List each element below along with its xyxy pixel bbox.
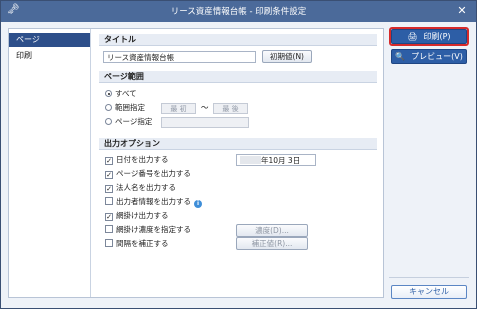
preview-button[interactable]: 🔍 プレビュー(V)	[391, 49, 467, 64]
corp-checkbox[interactable]: ✓	[105, 185, 113, 193]
sidebar-item-print[interactable]: 印刷	[9, 49, 90, 63]
page-specify-radio[interactable]	[105, 118, 112, 125]
divider	[389, 277, 469, 278]
range-specify-label: 範囲指定	[115, 103, 145, 112]
range-all-label: すべて	[115, 89, 137, 98]
print-button[interactable]: 🖨 印刷(P)	[391, 29, 467, 44]
date-label: 日付を出力する	[116, 155, 169, 164]
density-button[interactable]: 濃度(D)...	[236, 224, 308, 237]
outputter-option[interactable]: 出力者情報を出力する i	[105, 196, 202, 208]
spacing-label: 間隔を補正する	[116, 239, 169, 248]
range-to-field[interactable]: 最 後	[213, 103, 248, 114]
info-icon[interactable]: i	[194, 200, 202, 208]
shade-checkbox[interactable]: ✓	[105, 213, 113, 221]
close-icon[interactable]: ✕	[455, 4, 469, 18]
range-specify-radio[interactable]	[105, 104, 112, 111]
window-title: リース資産情報台帳 - 印刷条件設定	[170, 7, 307, 17]
shade-density-checkbox[interactable]	[105, 225, 113, 233]
pagenum-label: ページ番号を出力する	[116, 169, 191, 178]
shade-density-label: 網掛け濃度を指定する	[116, 225, 191, 234]
adjust-button[interactable]: 補正値(R)...	[236, 237, 308, 250]
page-specify-option[interactable]: ページ指定	[105, 116, 152, 128]
range-specify-option[interactable]: 範囲指定	[105, 102, 145, 114]
date-value: 年10月 3日	[261, 156, 301, 165]
sidebar-item-page[interactable]: ページ	[9, 33, 90, 47]
date-checkbox[interactable]: ✓	[105, 157, 113, 165]
spacing-checkbox[interactable]	[105, 239, 113, 247]
magnifier-icon: 🔍	[395, 52, 406, 61]
sidebar: ページ 印刷	[9, 29, 91, 297]
corp-option[interactable]: ✓ 法人名を出力する	[105, 182, 176, 194]
range-all-radio[interactable]	[105, 90, 112, 97]
options-section-header: 出力オプション	[99, 138, 377, 150]
outputter-checkbox[interactable]	[105, 197, 113, 205]
title-input[interactable]: リース資産情報台帳	[103, 51, 256, 63]
settings-content: タイトル リース資産情報台帳 初期値(N) ページ範囲 すべて 範囲指定 最 初…	[99, 29, 379, 297]
reset-title-button[interactable]: 初期値(N)	[262, 50, 312, 63]
date-option[interactable]: ✓ 日付を出力する	[105, 154, 169, 166]
settings-panel: ページ 印刷 タイトル リース資産情報台帳 初期値(N) ページ範囲 すべて 範…	[8, 28, 384, 298]
title-section-header: タイトル	[99, 34, 377, 46]
title-bar: 🗝 リース資産情報台帳 - 印刷条件設定 ✕	[1, 1, 476, 22]
range-all-option[interactable]: すべて	[105, 88, 137, 100]
shade-option[interactable]: ✓ 網掛け出力する	[105, 210, 169, 222]
preview-label: プレビュー(V)	[411, 52, 463, 61]
page-specify-field[interactable]	[161, 117, 249, 128]
date-field[interactable]: 年10月 3日	[236, 154, 316, 166]
cancel-button[interactable]: キャンセル	[391, 285, 467, 299]
pagenum-checkbox[interactable]: ✓	[105, 171, 113, 179]
shade-label: 網掛け出力する	[116, 211, 169, 220]
range-separator: ～	[201, 103, 209, 112]
date-era-field[interactable]	[240, 156, 261, 164]
print-settings-dialog: 🗝 リース資産情報台帳 - 印刷条件設定 ✕ ページ 印刷 タイトル リース資産…	[0, 0, 477, 309]
pagenum-option[interactable]: ✓ ページ番号を出力する	[105, 168, 191, 180]
corp-label: 法人名を出力する	[116, 183, 176, 192]
spacing-option[interactable]: 間隔を補正する	[105, 238, 169, 250]
range-from-field[interactable]: 最 初	[161, 103, 196, 114]
print-label: 印刷(P)	[423, 32, 451, 41]
printer-icon: 🖨	[407, 32, 418, 41]
outputter-label: 出力者情報を出力する	[116, 197, 191, 206]
range-section-header: ページ範囲	[99, 71, 377, 83]
page-specify-label: ページ指定	[115, 117, 153, 126]
shade-density-option[interactable]: 網掛け濃度を指定する	[105, 224, 191, 236]
